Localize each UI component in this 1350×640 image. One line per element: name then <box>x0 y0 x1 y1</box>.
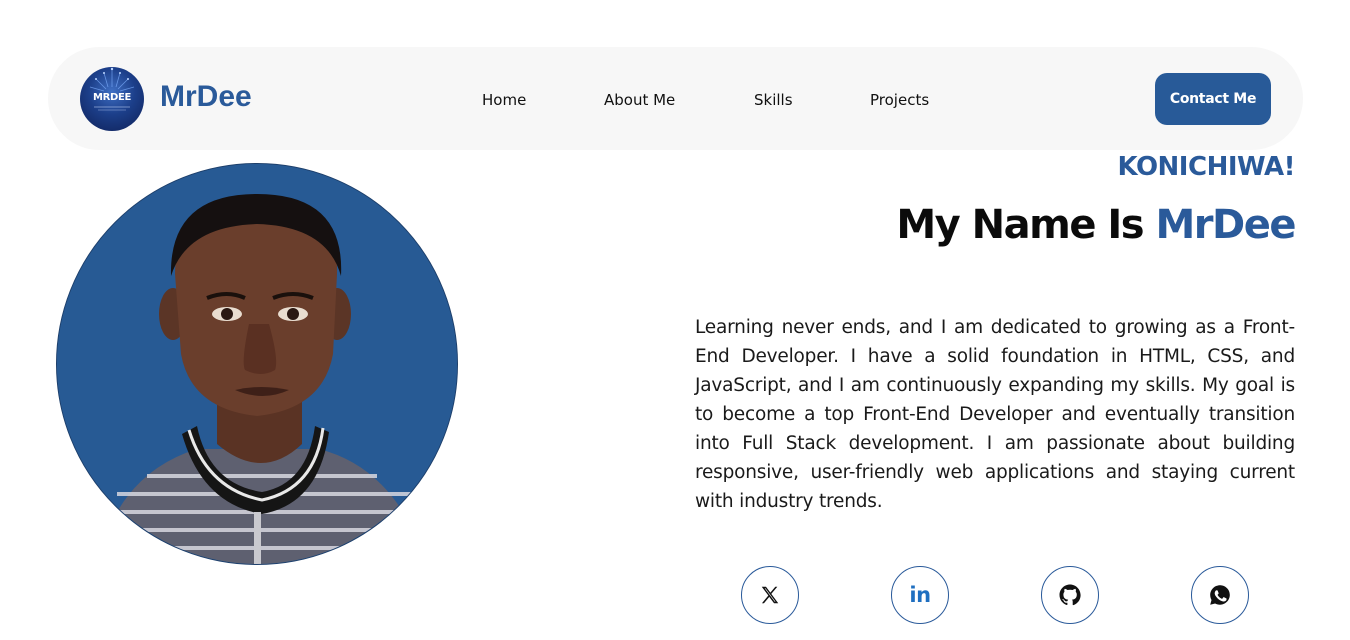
navbar: MRDEE MrDee Home About Me Skills Project… <box>48 47 1303 150</box>
brand-name[interactable]: MrDee <box>160 80 252 114</box>
headline-prefix: My Name Is <box>896 202 1156 248</box>
linkedin-icon: in <box>909 583 931 607</box>
nav-projects[interactable]: Projects <box>870 91 929 109</box>
headline-name: MrDee <box>1155 202 1297 248</box>
greeting-text: KONICHIWA! <box>1117 152 1295 182</box>
logo-badge[interactable]: MRDEE <box>80 67 144 131</box>
github-social-button[interactable] <box>1041 566 1099 624</box>
github-icon <box>1059 584 1081 606</box>
logo-text: MRDEE <box>92 92 132 103</box>
x-social-button[interactable] <box>741 566 799 624</box>
whatsapp-social-button[interactable] <box>1191 566 1249 624</box>
nav-home[interactable]: Home <box>482 91 526 109</box>
nav-skills[interactable]: Skills <box>754 91 793 109</box>
x-icon <box>761 586 779 604</box>
linkedin-social-button[interactable]: in <box>891 566 949 624</box>
bio-paragraph: Learning never ends, and I am dedicated … <box>695 317 1295 512</box>
contact-me-button[interactable]: Contact Me <box>1155 73 1271 125</box>
hero-headline: My Name Is MrDee <box>896 202 1297 248</box>
nav-about-me[interactable]: About Me <box>604 91 675 109</box>
whatsapp-icon <box>1210 585 1230 605</box>
profile-photo <box>56 163 458 565</box>
profile-portrait-illustration <box>57 164 457 564</box>
